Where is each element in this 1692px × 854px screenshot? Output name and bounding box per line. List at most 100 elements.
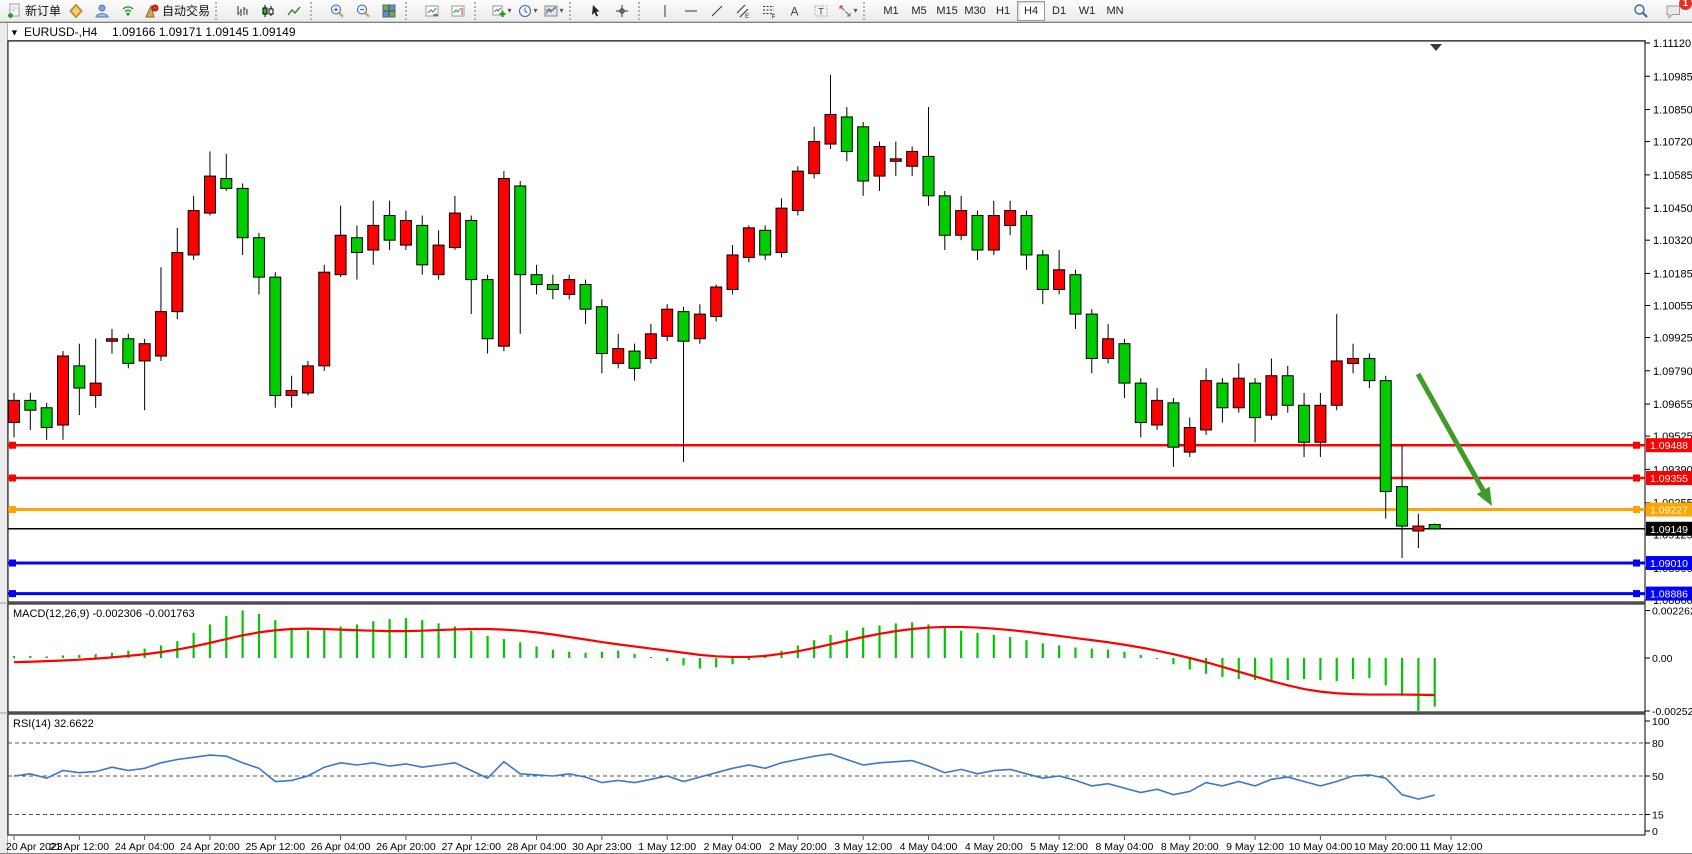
- level-anchor-square[interactable]: [9, 506, 16, 513]
- time-tick-label: 28 Apr 04:00: [507, 841, 567, 853]
- candle-body: [1282, 376, 1293, 406]
- candlestick-chart-button[interactable]: [255, 1, 281, 21]
- candle-body: [221, 179, 232, 189]
- toolbar-separator: [310, 2, 319, 20]
- candle-body: [792, 171, 803, 210]
- svg-text:F: F: [772, 13, 776, 19]
- candle-body: [155, 312, 166, 356]
- level-anchor-square[interactable]: [1633, 560, 1640, 567]
- time-tick-label: 4 May 04:00: [900, 841, 958, 853]
- timeframe-button-M30[interactable]: M30: [961, 1, 989, 21]
- time-tick-label: 26 Apr 04:00: [311, 841, 371, 853]
- candle-body: [1217, 383, 1228, 408]
- periods-button[interactable]: ▾: [514, 1, 540, 21]
- new-order-button[interactable]: 新订单: [4, 1, 63, 21]
- svg-text:E: E: [745, 13, 750, 19]
- candle-body: [1397, 487, 1408, 526]
- candle-body: [956, 211, 967, 236]
- horizontal-line-tool-button[interactable]: [678, 1, 704, 21]
- text-label-tool-button[interactable]: T: [808, 1, 834, 21]
- trendline-tool-button[interactable]: [704, 1, 730, 21]
- candle-body: [57, 356, 68, 425]
- level-anchor-square[interactable]: [1633, 590, 1640, 597]
- text-icon: A: [787, 3, 803, 19]
- toolbar-right-icons: 1: [1628, 1, 1688, 21]
- candle-body: [351, 238, 362, 253]
- timeframe-button-M1[interactable]: M1: [877, 1, 905, 21]
- toolbar-separator: [569, 2, 578, 20]
- candle-body: [188, 211, 199, 255]
- dropdown-caret-icon: ▾: [508, 6, 512, 15]
- notifications-button[interactable]: 1: [1660, 1, 1686, 21]
- bar-chart-button[interactable]: [229, 1, 255, 21]
- equidistant-channel-tool-button[interactable]: E: [730, 1, 756, 21]
- vertical-line-tool-button[interactable]: [652, 1, 678, 21]
- time-tick-label: 24 Apr 20:00: [180, 841, 240, 853]
- price-tick-label: 1.10185: [1653, 268, 1692, 280]
- price-tick-label: 1.09655: [1653, 399, 1692, 411]
- price-tick-label: 1.10585: [1653, 170, 1692, 182]
- candle-body: [498, 179, 509, 347]
- timeframe-button-H1[interactable]: H1: [989, 1, 1017, 21]
- time-tick-label: 8 May 04:00: [1096, 841, 1154, 853]
- timeframe-button-MN[interactable]: MN: [1101, 1, 1129, 21]
- auto-trading-label: 自动交易: [162, 2, 210, 19]
- auto-trading-button[interactable]: 自动交易: [141, 1, 212, 21]
- candle-body: [253, 238, 264, 277]
- zoom-out-button[interactable]: [350, 1, 376, 21]
- arrows-tool-button[interactable]: ▾: [834, 1, 860, 21]
- level-anchor-square[interactable]: [1633, 475, 1640, 482]
- time-tick-label: 27 Apr 12:00: [441, 841, 501, 853]
- chart-window[interactable]: ▼ EURUSD-,H4 1.09166 1.09171 1.09145 1.0…: [0, 0, 1692, 854]
- search-button[interactable]: [1628, 1, 1654, 21]
- dropdown-caret-icon: ▾: [854, 6, 858, 15]
- tile-windows-button[interactable]: [376, 1, 402, 21]
- rsi-tick-label: 80: [1652, 738, 1664, 750]
- candle-body: [760, 230, 771, 255]
- level-anchor-square[interactable]: [1633, 442, 1640, 449]
- timeframe-button-W1[interactable]: W1: [1073, 1, 1101, 21]
- templates-button[interactable]: ▾: [540, 1, 566, 21]
- line-chart-button[interactable]: [281, 1, 307, 21]
- candle-body: [139, 344, 150, 361]
- price-tick-label: 1.10720: [1653, 137, 1692, 149]
- auto-scroll-button[interactable]: [419, 1, 445, 21]
- chart-shift-button[interactable]: [445, 1, 471, 21]
- signals-button[interactable]: [115, 1, 141, 21]
- level-anchor-square[interactable]: [9, 442, 16, 449]
- metaeditor-button[interactable]: [63, 1, 89, 21]
- level-anchor-square[interactable]: [1633, 506, 1640, 513]
- rsi-panel[interactable]: [8, 714, 1645, 835]
- community-button[interactable]: [89, 1, 115, 21]
- level-anchor-square[interactable]: [9, 560, 16, 567]
- candle-body: [74, 366, 85, 388]
- level-anchor-square[interactable]: [9, 590, 16, 597]
- candle-body: [547, 285, 558, 290]
- crosshair-button[interactable]: [609, 1, 635, 21]
- zoom-in-button[interactable]: [324, 1, 350, 21]
- candle-body: [302, 366, 313, 393]
- symbol-dropdown-icon[interactable]: ▼: [10, 28, 19, 38]
- indicators-button[interactable]: ▾: [488, 1, 514, 21]
- candle-body: [400, 220, 411, 245]
- cursor-button[interactable]: [583, 1, 609, 21]
- macd-label: MACD(12,26,9) -0.002306 -0.001763: [13, 608, 195, 620]
- timeframe-button-M5[interactable]: M5: [905, 1, 933, 21]
- candle-body: [1070, 275, 1081, 314]
- timeframe-button-H4[interactable]: H4: [1017, 1, 1045, 21]
- candle-body: [319, 272, 330, 366]
- timeframe-button-M15[interactable]: M15: [933, 1, 961, 21]
- level-anchor-square[interactable]: [9, 475, 16, 482]
- toolbar-separator: [215, 2, 224, 20]
- price-tick-label: 1.11120: [1653, 38, 1691, 50]
- templates-icon: [543, 3, 559, 19]
- time-tick-label: 24 Apr 04:00: [115, 841, 175, 853]
- macd-panel[interactable]: [8, 604, 1645, 712]
- text-tool-button[interactable]: A: [782, 1, 808, 21]
- timeframe-button-D1[interactable]: D1: [1045, 1, 1073, 21]
- price-badge-label: 1.09010: [1650, 558, 1688, 570]
- crosshair-icon: [614, 3, 630, 19]
- candle-body: [1429, 525, 1440, 529]
- fibonacci-tool-button[interactable]: F: [756, 1, 782, 21]
- macd-tick-label: 0.00: [1652, 653, 1673, 665]
